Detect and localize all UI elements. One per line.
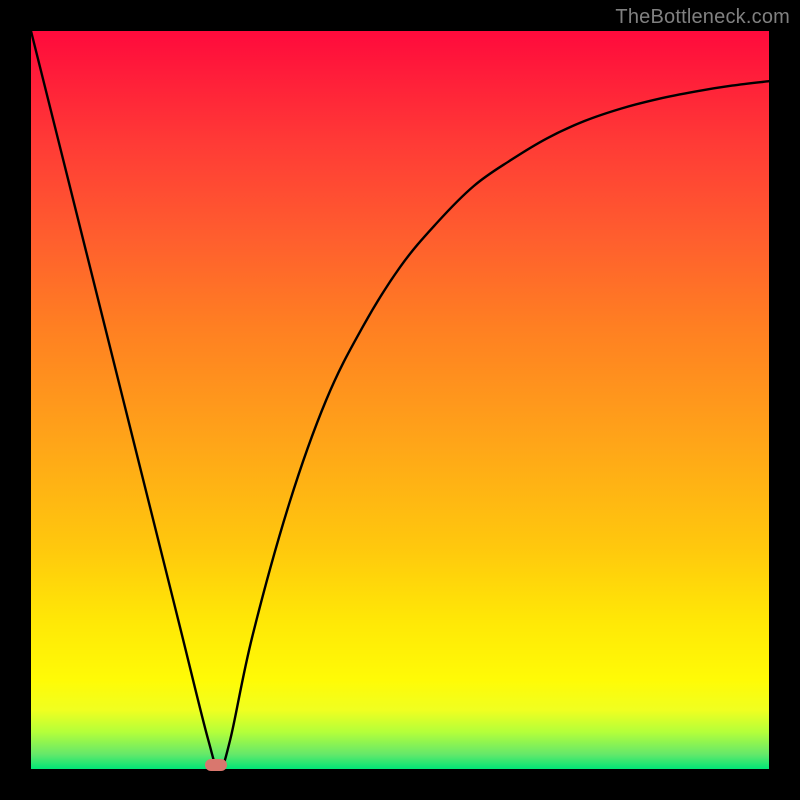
optimal-point-marker [205, 759, 227, 771]
plot-area [31, 31, 769, 769]
attribution-text: TheBottleneck.com [615, 6, 790, 29]
chart-frame: TheBottleneck.com [0, 0, 800, 800]
bottleneck-curve [31, 31, 769, 769]
